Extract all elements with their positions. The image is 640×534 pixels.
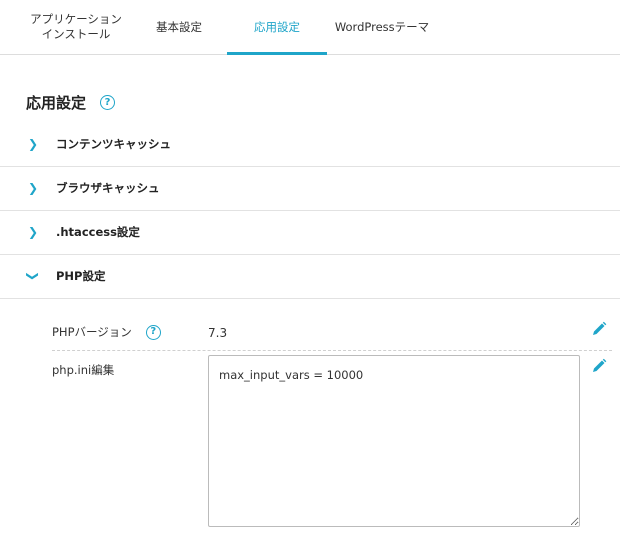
- chevron-down-icon: ❯: [26, 270, 40, 282]
- tab-application-install[interactable]: アプリケーション インストール: [20, 0, 132, 54]
- accordion-content-cache[interactable]: ❯ コンテンツキャッシュ: [0, 122, 620, 167]
- php-version-label: PHPバージョン ?: [52, 324, 161, 340]
- tab-label: 応用設定: [254, 19, 300, 34]
- tab-label-line1: アプリケーション: [30, 12, 122, 26]
- accordion-php-settings[interactable]: ❯ PHP設定: [0, 254, 620, 299]
- tab-label-line2: インストール: [41, 27, 111, 41]
- section-title: 応用設定 ?: [26, 92, 116, 113]
- accordion-label: ブラウザキャッシュ: [56, 181, 160, 195]
- pencil-icon[interactable]: [591, 358, 607, 374]
- accordion-htaccess-settings[interactable]: ❯ .htaccess設定: [0, 210, 620, 255]
- php-ini-textarea[interactable]: max_input_vars = 10000: [208, 355, 580, 527]
- row-divider: [52, 350, 612, 351]
- php-version-value: 7.3: [208, 326, 228, 340]
- tab-bar: アプリケーション インストール 基本設定 応用設定 WordPressテーマ: [0, 0, 620, 55]
- php-ini-label: php.ini編集: [52, 363, 115, 377]
- pencil-icon[interactable]: [591, 321, 607, 337]
- accordion-browser-cache[interactable]: ❯ ブラウザキャッシュ: [0, 166, 620, 211]
- tab-wordpress-theme[interactable]: WordPressテーマ: [333, 0, 431, 54]
- accordion-label: PHP設定: [56, 269, 106, 283]
- accordion-label: .htaccess設定: [56, 225, 140, 239]
- tab-label: WordPressテーマ: [334, 19, 430, 34]
- help-icon[interactable]: ?: [100, 95, 116, 110]
- tab-basic-settings[interactable]: 基本設定: [144, 0, 214, 54]
- php-version-label-text: PHPバージョン: [52, 325, 132, 339]
- tab-advanced-settings[interactable]: 応用設定: [227, 0, 327, 55]
- chevron-right-icon: ❯: [28, 181, 39, 195]
- help-icon[interactable]: ?: [145, 324, 161, 340]
- chevron-right-icon: ❯: [28, 225, 39, 239]
- section-title-text: 応用設定: [26, 94, 87, 112]
- chevron-right-icon: ❯: [28, 137, 39, 151]
- tab-label: 基本設定: [156, 19, 202, 34]
- accordion-label: コンテンツキャッシュ: [56, 137, 171, 151]
